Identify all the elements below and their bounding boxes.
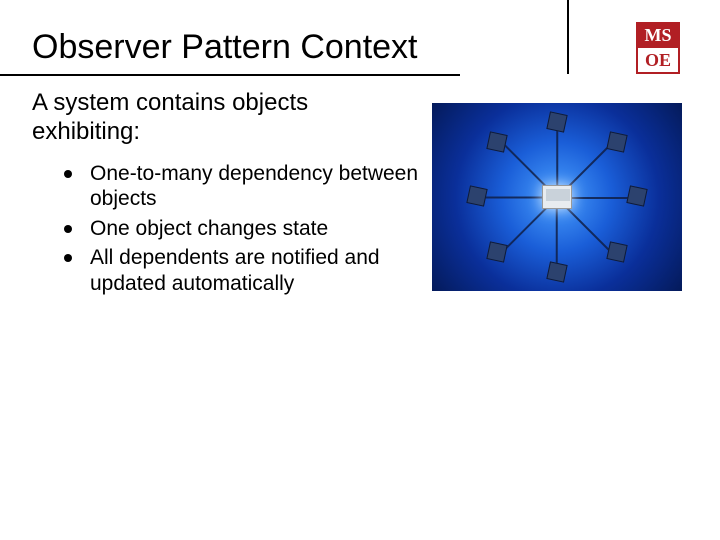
node-icon [486, 131, 507, 152]
node-icon [546, 111, 567, 132]
image-column [432, 89, 682, 301]
slide-title: Observer Pattern Context [32, 28, 688, 67]
bullet-list: One-to-many dependency between objects O… [32, 161, 422, 297]
node-icon [606, 241, 627, 262]
title-underline [0, 74, 460, 76]
title-row: Observer Pattern Context [32, 28, 688, 67]
title-vertical-divider [567, 0, 569, 74]
list-item: One-to-many dependency between objects [62, 161, 422, 212]
list-item: All dependents are notified and updated … [62, 245, 422, 296]
node-icon [546, 261, 567, 282]
node-icon [606, 131, 627, 152]
node-icon [466, 185, 487, 206]
node-icon [486, 241, 507, 262]
node-icon [626, 185, 647, 206]
content-row: A system contains objects exhibiting: On… [32, 89, 688, 301]
list-item: One object changes state [62, 216, 422, 242]
text-column: A system contains objects exhibiting: On… [32, 89, 422, 301]
intro-text: A system contains objects exhibiting: [32, 89, 422, 147]
network-diagram [432, 103, 682, 291]
slide: MS OE Observer Pattern Context A system … [0, 0, 720, 301]
hub-icon [542, 185, 572, 209]
